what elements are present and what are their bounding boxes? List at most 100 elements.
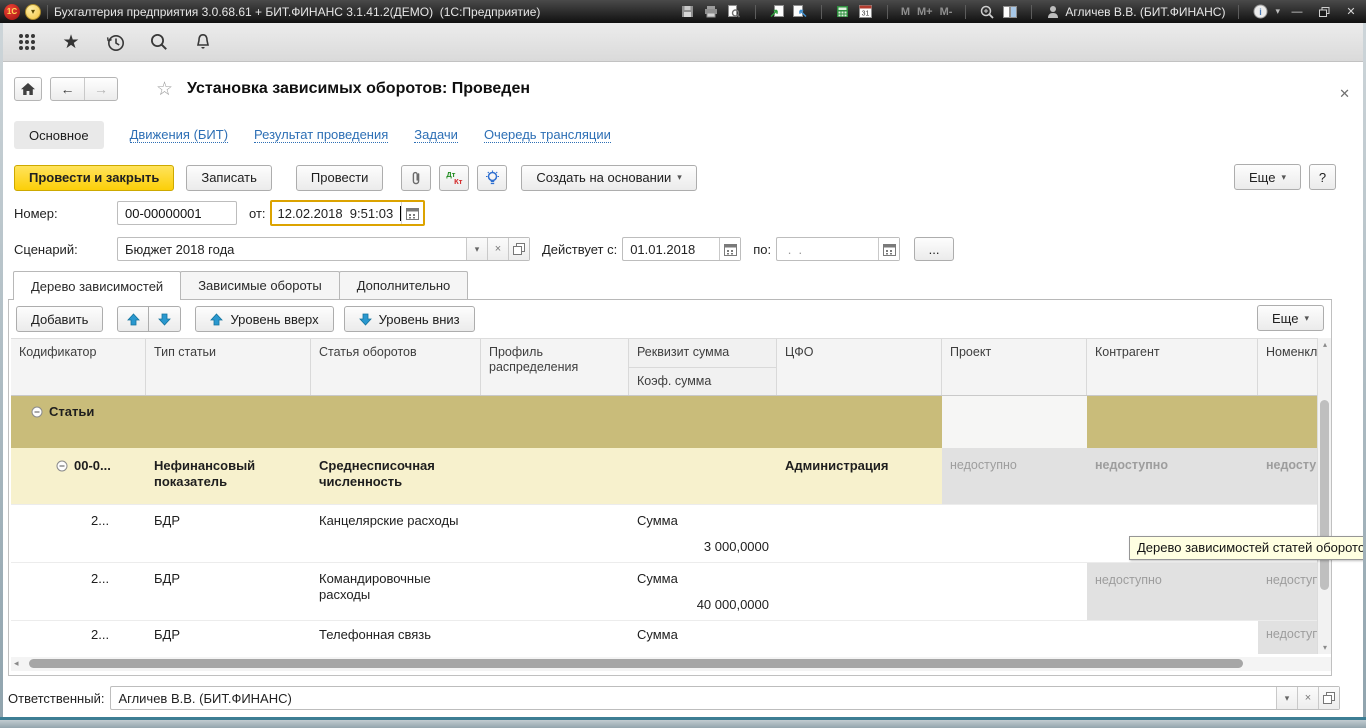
collapse-icon[interactable]	[56, 460, 68, 476]
get-link-icon[interactable]	[769, 4, 785, 20]
home-button[interactable]	[14, 77, 42, 101]
application-window: 1С ▾ Бухгалтерия предприятия 3.0.68.61 +…	[0, 0, 1366, 728]
collapse-icon[interactable]	[31, 406, 43, 422]
go-to-link-icon[interactable]	[792, 4, 808, 20]
restore-button[interactable]	[1314, 4, 1334, 20]
contractor-cell-unavailable: недоступно	[1087, 448, 1258, 504]
column-header-nomenclature[interactable]: Номенклатура	[1258, 339, 1317, 395]
add-favorite-star-icon[interactable]: ☆	[156, 78, 173, 101]
close-form-icon[interactable]: ✕	[1339, 86, 1350, 102]
clear-icon[interactable]: ×	[1297, 687, 1318, 709]
move-up-button[interactable]	[117, 306, 149, 332]
clear-icon[interactable]: ×	[487, 238, 508, 260]
more-button[interactable]: Еще ▾	[1234, 164, 1301, 190]
help-button[interactable]: ?	[1309, 164, 1336, 190]
current-user[interactable]: Агличев В.В. (БИТ.ФИНАНС)	[1045, 4, 1225, 20]
valid-to-label: по:	[753, 242, 771, 257]
level-up-button[interactable]: Уровень вверх	[195, 306, 333, 332]
date-input[interactable]: 12.02.2018 9:51:03	[270, 200, 426, 226]
dr-cr-button[interactable]: ДтКт	[439, 165, 469, 191]
column-header-contractor[interactable]: Контрагент	[1087, 339, 1258, 395]
print-preview-icon[interactable]	[726, 4, 742, 20]
link-posting-result[interactable]: Результат проведения	[254, 127, 388, 143]
horizontal-scrollbar[interactable]: ◂	[11, 657, 1331, 671]
system-menu-button[interactable]: ▾	[25, 4, 41, 20]
add-button[interactable]: Добавить	[16, 306, 103, 332]
tree-row-subgroup[interactable]: 00-0... Нефинансовый показатель Среднесп…	[11, 448, 1317, 504]
search-icon[interactable]	[148, 31, 170, 53]
valid-from-label: Действует с:	[542, 242, 617, 257]
explain-button[interactable]	[477, 165, 507, 191]
requisite-cell: Сумма	[637, 571, 678, 587]
valid-from-input[interactable]: 01.01.2018	[622, 237, 741, 261]
minimize-button[interactable]: —	[1287, 4, 1307, 20]
favorites-icon[interactable]: ★	[60, 31, 82, 53]
level-down-button[interactable]: Уровень вниз	[344, 306, 475, 332]
svg-text:i: i	[1259, 7, 1262, 17]
vertical-scrollbar[interactable]: ▴ ▾	[1317, 338, 1331, 654]
split-window-icon[interactable]	[1002, 4, 1018, 20]
period-ellipsis-button[interactable]: ...	[914, 237, 954, 261]
tab-dependent-turnovers[interactable]: Зависимые обороты	[180, 271, 340, 299]
tree-row-item[interactable]: 2... БДР Командировочные расходы Сумма 4…	[11, 562, 1317, 620]
column-header-article-type[interactable]: Тип статьи	[146, 339, 311, 395]
tree-row-item[interactable]: 2... БДР Канцелярские расходы Сумма 3 00…	[11, 504, 1317, 562]
scenario-input[interactable]: Бюджет 2018 года ▾ ×	[117, 237, 530, 261]
column-header-codifier[interactable]: Кодификатор	[11, 339, 146, 395]
column-header-profile[interactable]: Профиль распределения	[481, 339, 629, 395]
number-input[interactable]: 00-00000001	[117, 201, 237, 225]
article-type-cell: БДР	[154, 571, 180, 587]
tab-main[interactable]: Основное	[14, 121, 104, 149]
notifications-icon[interactable]	[192, 31, 214, 53]
scroll-left-icon[interactable]: ◂	[14, 658, 19, 669]
vertical-scrollbar-thumb[interactable]	[1320, 400, 1329, 590]
calendar-picker-icon[interactable]	[878, 238, 899, 260]
history-icon[interactable]	[104, 31, 126, 53]
calendar-icon[interactable]: 31	[858, 4, 874, 20]
tree-row-group-articles[interactable]: Статьи	[11, 396, 1317, 448]
create-based-on-button[interactable]: Создать на основании ▾	[521, 165, 696, 191]
chevron-down-icon[interactable]: ▾	[1276, 687, 1297, 709]
print-icon[interactable]	[703, 4, 719, 20]
chevron-down-icon[interactable]: ▾	[1275, 6, 1280, 17]
tree-row-item[interactable]: 2... БДР Телефонная связь Сумма недоступ…	[11, 620, 1317, 654]
responsible-input[interactable]: Агличев В.В. (БИТ.ФИНАНС) ▾ ×	[110, 686, 1340, 710]
column-header-requisite-sum[interactable]: Реквизит сумма	[629, 339, 776, 368]
info-icon[interactable]: i	[1252, 4, 1268, 20]
memory-add-button[interactable]: M+	[917, 6, 933, 18]
move-down-button[interactable]	[149, 306, 181, 332]
article-type-cell: БДР	[154, 513, 180, 529]
column-header-coef-sum[interactable]: Коэф. сумма	[629, 368, 776, 395]
back-button[interactable]: ←	[51, 78, 84, 100]
zoom-icon[interactable]	[979, 4, 995, 20]
post-button[interactable]: Провести	[296, 165, 384, 191]
close-window-button[interactable]: ✕	[1341, 4, 1361, 20]
link-movements[interactable]: Движения (БИТ)	[130, 127, 228, 143]
column-header-article[interactable]: Статья оборотов	[311, 339, 481, 395]
save-button[interactable]: Записать	[186, 165, 272, 191]
horizontal-scrollbar-thumb[interactable]	[29, 659, 1243, 668]
open-icon[interactable]	[1318, 687, 1339, 709]
scroll-down-icon[interactable]: ▾	[1318, 643, 1331, 652]
post-and-close-button[interactable]: Провести и закрыть	[14, 165, 174, 191]
forward-button[interactable]: →	[84, 78, 117, 100]
tab-additional[interactable]: Дополнительно	[339, 271, 469, 299]
memory-recall-button[interactable]: M	[901, 6, 910, 18]
valid-to-input[interactable]: . .	[776, 237, 900, 261]
main-menu-icon[interactable]	[16, 31, 38, 53]
save-icon[interactable]	[680, 4, 696, 20]
calculator-icon[interactable]	[835, 4, 851, 20]
calendar-picker-icon[interactable]	[719, 238, 740, 260]
memory-subtract-button[interactable]: M-	[940, 6, 953, 18]
link-translation-queue[interactable]: Очередь трансляции	[484, 127, 611, 143]
scroll-up-icon[interactable]: ▴	[1318, 340, 1331, 349]
column-header-cfo[interactable]: ЦФО	[777, 339, 942, 395]
open-icon[interactable]	[508, 238, 529, 260]
grid-more-button[interactable]: Еще ▾	[1257, 305, 1324, 331]
chevron-down-icon[interactable]: ▾	[466, 238, 487, 260]
link-tasks[interactable]: Задачи	[414, 127, 458, 143]
column-header-project[interactable]: Проект	[942, 339, 1087, 395]
tab-dependency-tree[interactable]: Дерево зависимостей	[13, 271, 181, 300]
attachments-button[interactable]	[401, 165, 431, 191]
calendar-picker-icon[interactable]	[401, 202, 423, 224]
